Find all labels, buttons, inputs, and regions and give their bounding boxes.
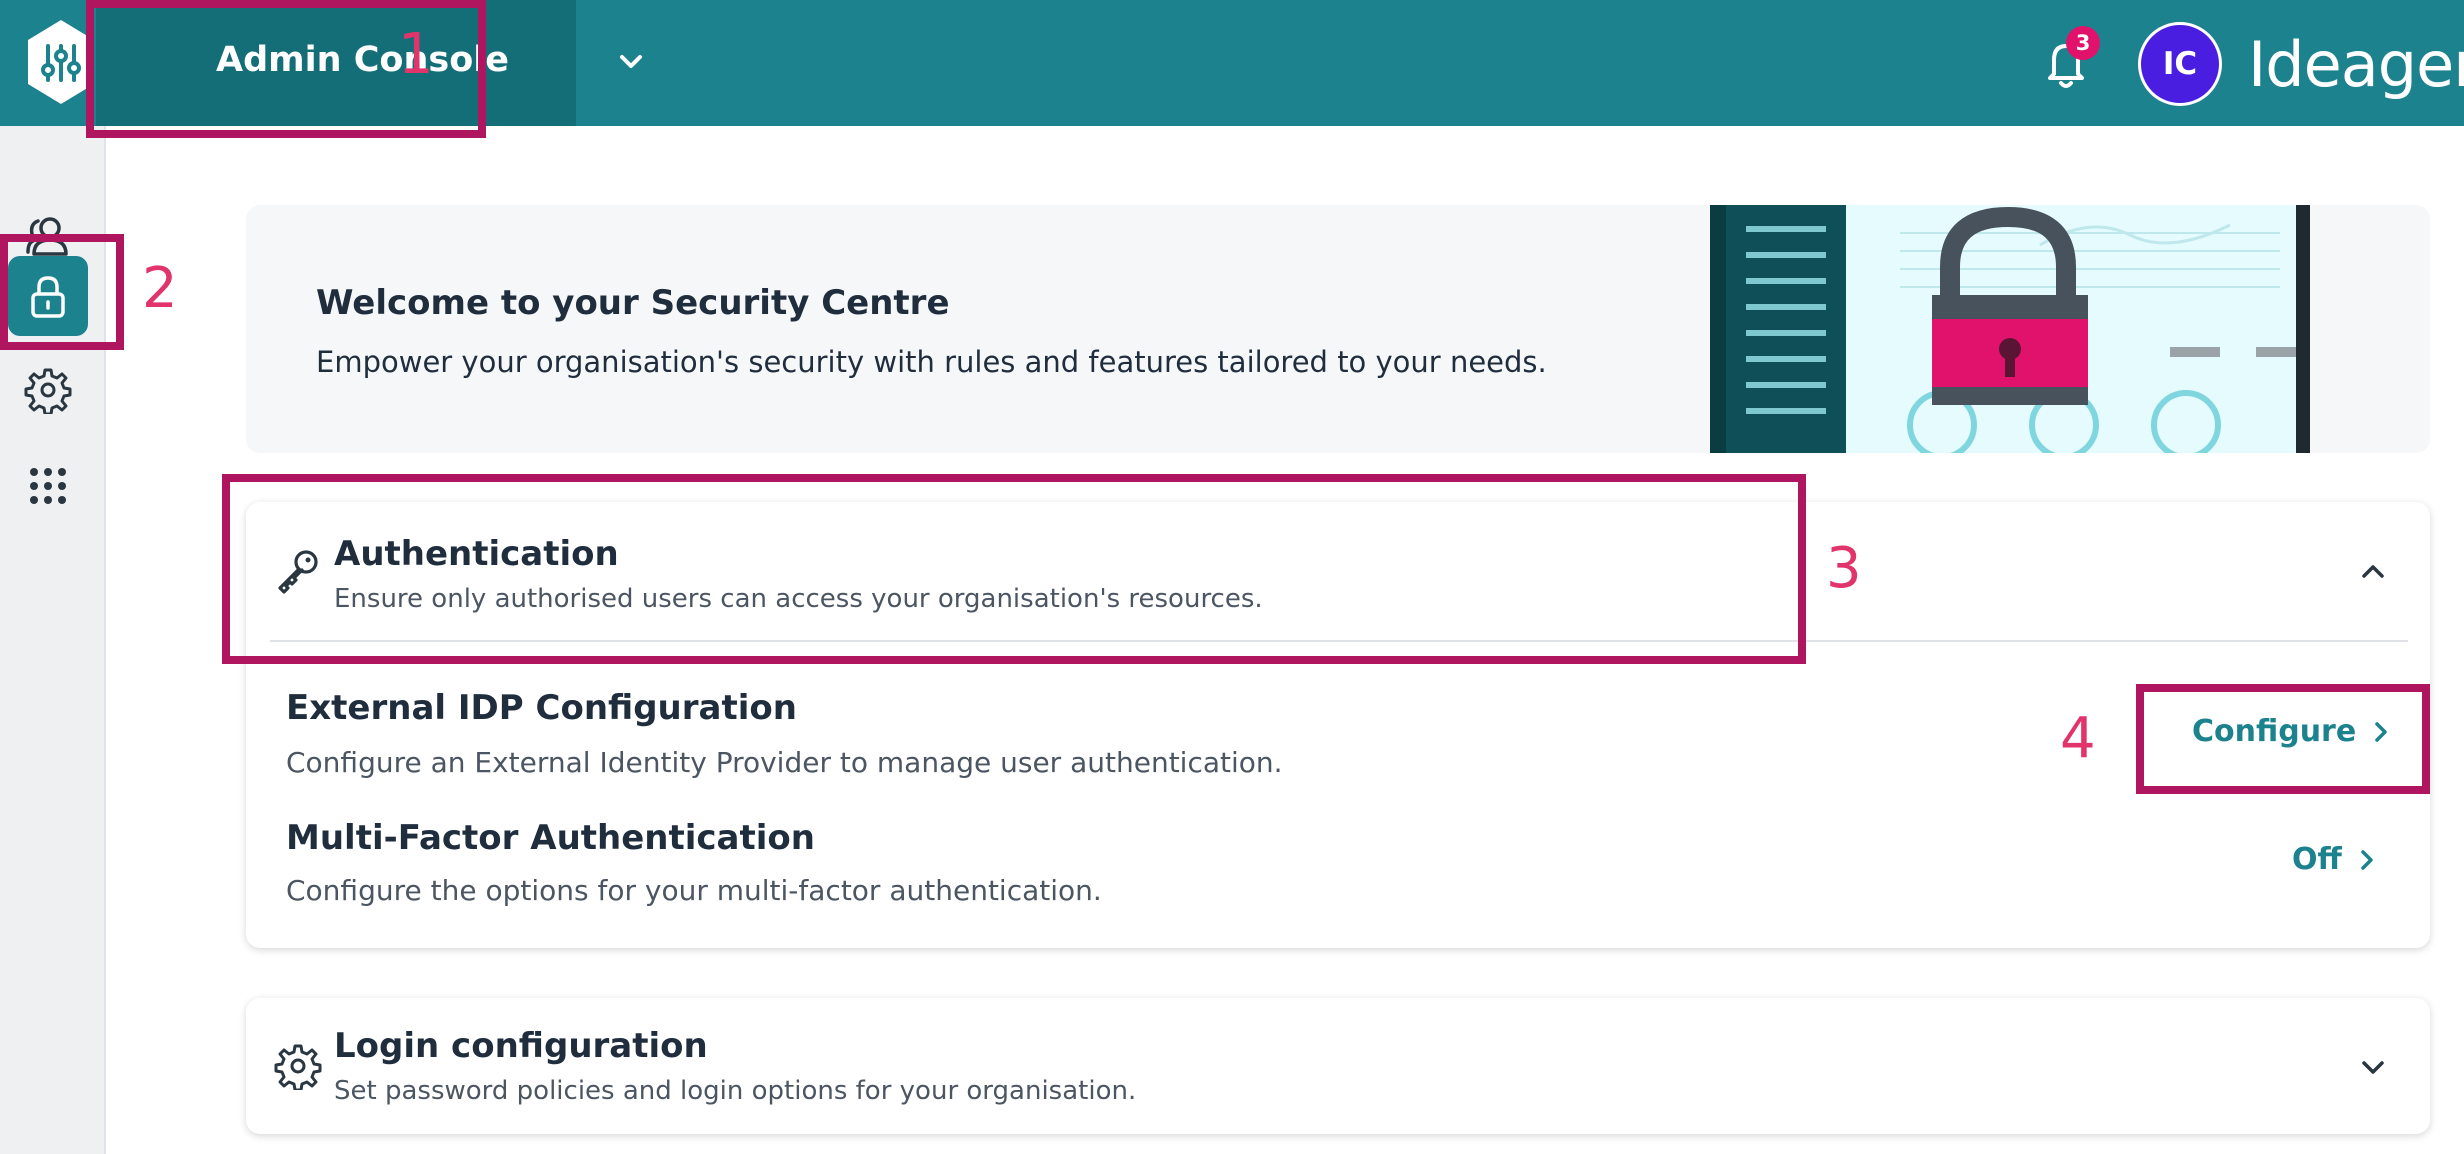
- app-title: Admin Console: [216, 40, 509, 80]
- security-lock-illustration: [1710, 205, 2310, 453]
- mfa-status-button[interactable]: Off: [2292, 842, 2378, 877]
- mfa-description: Configure the options for your multi-fac…: [286, 874, 1102, 907]
- gear-icon: [274, 1044, 322, 1090]
- banner-title: Welcome to your Security Centre: [316, 283, 950, 323]
- chevron-up-icon[interactable]: [2358, 556, 2388, 586]
- welcome-banner: Welcome to your Security Centre Empower …: [246, 205, 2430, 453]
- sidebar-item-apps[interactable]: [8, 446, 88, 526]
- mfa-title: Multi-Factor Authentication: [286, 818, 815, 858]
- user-avatar[interactable]: IC: [2138, 22, 2222, 106]
- configure-button[interactable]: Configure: [2192, 714, 2392, 749]
- gear-icon: [24, 368, 72, 414]
- chevron-down-icon[interactable]: [2358, 1052, 2388, 1082]
- authentication-description: Ensure only authorised users can access …: [334, 584, 1263, 614]
- external-idp-description: Configure an External Identity Provider …: [286, 746, 1283, 779]
- authentication-title: Authentication: [334, 534, 619, 574]
- login-configuration-description: Set password policies and login options …: [334, 1076, 1137, 1106]
- configure-button-label: Configure: [2192, 714, 2357, 749]
- key-icon: [278, 550, 318, 594]
- sidebar-item-settings[interactable]: [8, 350, 88, 430]
- chevron-right-icon: [2375, 721, 2387, 742]
- section-divider: [270, 640, 2408, 642]
- top-navigation-bar: Admin Console 3 IC Ideagen: [0, 0, 2464, 126]
- external-idp-title: External IDP Configuration: [286, 688, 797, 728]
- notification-count-badge: 3: [2066, 26, 2100, 60]
- brand-logo: Ideagen: [2248, 28, 2464, 101]
- sidebar: [0, 126, 106, 1154]
- lock-icon: [31, 276, 65, 318]
- app-switcher-button[interactable]: Admin Console: [96, 0, 642, 126]
- login-configuration-title: Login configuration: [334, 1026, 708, 1066]
- banner-subtitle: Empower your organisation's security wit…: [316, 345, 1547, 379]
- sidebar-item-security[interactable]: [8, 256, 88, 336]
- apps-grid-icon: [30, 468, 66, 504]
- admin-console-logo-icon: [28, 20, 94, 104]
- chevron-right-icon: [2361, 849, 2373, 870]
- users-icon: [26, 217, 68, 256]
- annotation-number-2: 2: [142, 256, 178, 321]
- authentication-section: Authentication Ensure only authorised us…: [246, 502, 2430, 948]
- login-configuration-section[interactable]: Login configuration Set password policie…: [246, 998, 2430, 1134]
- chevron-down-icon[interactable]: [616, 44, 646, 80]
- mfa-status-label: Off: [2292, 842, 2342, 877]
